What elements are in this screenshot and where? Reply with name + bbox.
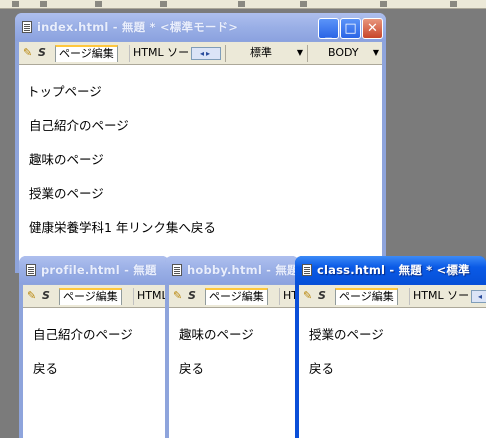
content-line: トップページ <box>27 84 102 99</box>
index-window-titlebar[interactable]: index.html - 無題 * <標準モード> _ □ ✕ <box>15 13 386 41</box>
tab-scroll-arrows[interactable]: ◂ <box>471 290 486 303</box>
index-window-body: ✎ S ページ編集 HTML ソー ◂▸ 標準 ▼ BODY ▼ トップページ 自己… <box>19 42 382 273</box>
document-icon <box>26 264 36 276</box>
maximize-icon: □ <box>344 21 357 36</box>
content-line: 授業のページ <box>29 186 104 201</box>
editor-toolbar: ✎ S ページ編集 HTML ソー ◂▸ 標準 ▼ BODY ▼ <box>19 42 382 65</box>
s-icon[interactable]: S <box>318 289 326 302</box>
minimize-button[interactable]: _ <box>318 18 339 40</box>
profile-window-body: ✎ S ページ編集 HTML 自己紹介のページ 戻る <box>23 285 168 438</box>
window-title: class.html - 無題 * <標準 <box>317 263 470 277</box>
close-icon: ✕ <box>367 21 378 36</box>
class-window: class.html - 無題 * <標準 ✎ S ページ編集 HTML ソー … <box>295 256 486 438</box>
tag-select[interactable]: BODY ▼ <box>307 45 383 62</box>
content-line: 戻る <box>33 361 59 376</box>
content-line: 授業のページ <box>309 327 384 342</box>
page-edit-area[interactable]: 自己紹介のページ 戻る <box>23 308 165 438</box>
s-icon[interactable]: S <box>42 289 50 302</box>
window-title: hobby.html - 無題 <box>187 263 299 277</box>
tab-page-edit[interactable]: ページ編集 <box>55 45 118 62</box>
class-window-body: ✎ S ページ編集 HTML ソー ◂ 授業のページ 戻る <box>299 285 486 438</box>
s-icon[interactable]: S <box>38 46 46 59</box>
toolbar-icon[interactable] <box>450 1 457 7</box>
format-select[interactable]: 標準 ▼ <box>225 45 307 62</box>
document-icon <box>22 21 32 33</box>
toolbar-icon[interactable] <box>300 1 307 7</box>
minimize-icon: _ <box>325 25 332 40</box>
editor-toolbar: ✎ S ページ編集 HT <box>169 285 298 308</box>
maximize-button[interactable]: □ <box>340 18 361 39</box>
hobby-window-body: ✎ S ページ編集 HT 趣味のページ 戻る <box>169 285 298 438</box>
window-title: profile.html - 無題 <box>41 263 157 277</box>
window-title: index.html - 無題 * <標準モード> <box>37 20 239 34</box>
editor-toolbar: ✎ S ページ編集 HTML ソー ◂ <box>299 285 486 308</box>
page-edit-area[interactable]: 趣味のページ 戻る <box>169 308 295 438</box>
pencil-icon[interactable]: ✎ <box>303 289 312 302</box>
document-icon <box>172 264 182 276</box>
pencil-icon[interactable]: ✎ <box>173 289 182 302</box>
hobby-window-titlebar[interactable]: hobby.html - 無題 <box>165 256 299 284</box>
app-toolbar-strip <box>0 0 486 9</box>
profile-window: profile.html - 無題 ✎ S ページ編集 HTML 自己紹介のペー… <box>19 256 169 438</box>
page-edit-area[interactable]: 授業のページ 戻る <box>299 308 486 438</box>
toolbar-icon[interactable] <box>12 1 19 7</box>
editor-toolbar: ✎ S ページ編集 HTML <box>23 285 168 308</box>
chevron-down-icon: ▼ <box>372 48 379 57</box>
tab-page-edit[interactable]: ページ編集 <box>59 288 122 305</box>
toolbar-icon[interactable] <box>95 1 102 7</box>
tab-page-edit[interactable]: ページ編集 <box>205 288 268 305</box>
content-line: 戻る <box>309 361 335 376</box>
tab-scroll-arrows[interactable]: ◂▸ <box>191 47 221 60</box>
content-line: 戻る <box>179 361 205 376</box>
s-icon[interactable]: S <box>188 289 196 302</box>
index-window: index.html - 無題 * <標準モード> _ □ ✕ ✎ S ページ編… <box>15 13 386 273</box>
tag-select-value: BODY <box>328 46 359 59</box>
class-window-titlebar[interactable]: class.html - 無題 * <標準 <box>295 256 486 284</box>
content-line: 健康栄養学科1 年リンク集へ戻る <box>29 220 216 235</box>
pencil-icon[interactable]: ✎ <box>23 46 32 59</box>
toolbar-icon[interactable] <box>380 1 387 7</box>
toolbar-icon[interactable] <box>160 1 167 7</box>
tab-page-edit[interactable]: ページ編集 <box>335 288 398 305</box>
page-edit-area[interactable]: トップページ 自己紹介のページ 趣味のページ 授業のページ 健康栄養学科1 年リ… <box>19 65 382 273</box>
toolbar-icon[interactable] <box>238 1 245 7</box>
profile-window-titlebar[interactable]: profile.html - 無題 <box>19 256 169 284</box>
document-icon <box>302 264 312 276</box>
tab-html-source[interactable]: HTML <box>133 288 169 305</box>
format-select-value: 標準 <box>250 46 272 59</box>
content-line: 趣味のページ <box>179 327 254 342</box>
pencil-icon[interactable]: ✎ <box>27 289 36 302</box>
hobby-window: hobby.html - 無題 ✎ S ページ編集 HT 趣味のページ 戻る <box>165 256 299 438</box>
chevron-down-icon: ▼ <box>296 48 303 57</box>
content-line: 自己紹介のページ <box>29 118 129 133</box>
content-line: 自己紹介のページ <box>33 327 133 342</box>
content-line: 趣味のページ <box>29 152 104 167</box>
tab-html-source[interactable]: HTML ソー <box>409 288 471 305</box>
toolbar-icon[interactable] <box>40 1 47 7</box>
tab-html-source[interactable]: HTML ソー <box>129 45 191 62</box>
close-button[interactable]: ✕ <box>362 18 383 39</box>
